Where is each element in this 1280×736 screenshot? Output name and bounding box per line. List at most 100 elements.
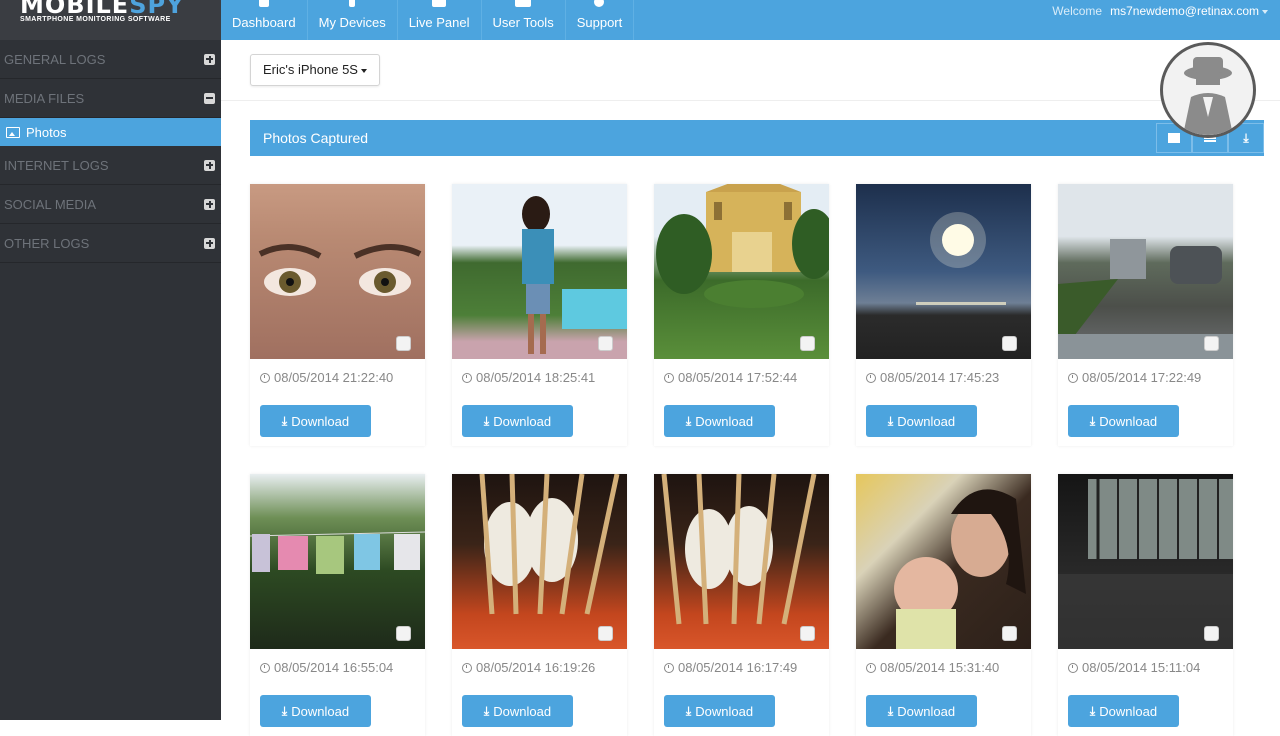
nav-support[interactable]: Support [566, 0, 635, 40]
photo-thumbnail[interactable] [250, 184, 425, 359]
download-button[interactable]: ⤓ Download [260, 405, 371, 437]
select-checkbox[interactable] [1204, 626, 1219, 641]
sidebar-item-general-logs[interactable]: GENERAL LOGS [0, 40, 221, 79]
brand-logo[interactable]: MOBILESPY SMARTPHONE MONITORING SOFTWARE [0, 0, 221, 40]
nav-label: Support [576, 15, 623, 30]
photo-thumbnail[interactable] [856, 184, 1031, 359]
user-icon [594, 0, 605, 7]
photo-timestamp: 08/05/2014 18:25:41 [462, 370, 595, 385]
panel-title: Photos Captured [263, 130, 369, 146]
phone-icon [349, 0, 356, 7]
clock-icon [1068, 372, 1078, 383]
top-navbar: Dashboard My Devices Live Panel User Too… [221, 0, 1280, 40]
download-button[interactable]: ⤓ Download [664, 695, 775, 727]
download-icon: ⤓ [483, 413, 490, 428]
photo-card: 08/05/2014 17:52:44 ⤓ Download [654, 184, 829, 446]
clock-icon [1068, 662, 1078, 673]
photo-timestamp: 08/05/2014 15:11:04 [1068, 660, 1200, 675]
download-button[interactable]: ⤓ Download [462, 695, 573, 727]
select-checkbox[interactable] [1002, 626, 1017, 641]
select-checkbox[interactable] [598, 626, 613, 641]
panel-header: Photos Captured ⤓ [250, 120, 1264, 156]
sidebar-subitem-photos[interactable]: Photos [0, 118, 221, 146]
photo-card: 08/05/2014 21:22:40 ⤓ Download [250, 184, 425, 446]
select-checkbox[interactable] [396, 336, 411, 351]
sidebar-item-social-media[interactable]: SOCIAL MEDIA [0, 185, 221, 224]
device-dropdown[interactable]: Eric's iPhone 5S [250, 54, 380, 86]
download-icon: ⤓ [887, 703, 894, 718]
download-button[interactable]: ⤓ Download [260, 695, 371, 727]
download-button[interactable]: ⤓ Download [462, 405, 573, 437]
nav-dashboard[interactable]: Dashboard [221, 0, 308, 40]
download-icon: ⤓ [685, 413, 692, 428]
nav-user-tools[interactable]: User Tools [482, 0, 566, 40]
welcome-label: Welcome [1052, 4, 1103, 18]
play-icon [432, 0, 447, 7]
photo-timestamp: 08/05/2014 16:19:26 [462, 660, 595, 675]
clock-icon [462, 372, 472, 383]
image-icon [6, 126, 20, 138]
photo-card: 08/05/2014 15:31:40 ⤓ Download [856, 474, 1031, 736]
photo-thumbnail[interactable] [250, 474, 425, 649]
sidebar-item-internet-logs[interactable]: INTERNET LOGS [0, 146, 221, 185]
nav-label: Dashboard [232, 15, 296, 30]
nav-label: User Tools [492, 15, 554, 30]
photo-timestamp: 08/05/2014 16:55:04 [260, 660, 393, 675]
sidebar-item-other-logs[interactable]: OTHER LOGS [0, 224, 221, 263]
photo-timestamp: 08/05/2014 16:17:49 [664, 660, 797, 675]
download-icon: ⤓ [1089, 413, 1096, 428]
device-bar: Eric's iPhone 5S [221, 40, 1280, 101]
download-button[interactable]: ⤓ Download [1068, 405, 1179, 437]
select-checkbox[interactable] [598, 336, 613, 351]
spy-agent-icon [1160, 42, 1256, 138]
photo-timestamp: 08/05/2014 17:45:23 [866, 370, 999, 385]
select-checkbox[interactable] [1002, 336, 1017, 351]
photo-thumbnail[interactable] [654, 474, 829, 649]
photo-card: 08/05/2014 17:22:49 ⤓ Download [1058, 184, 1233, 446]
expand-plus-icon[interactable] [204, 159, 215, 171]
clock-icon [260, 662, 270, 673]
download-icon: ⤓ [1243, 130, 1249, 145]
nav-label: Live Panel [408, 15, 470, 30]
select-checkbox[interactable] [1204, 336, 1219, 351]
download-button[interactable]: ⤓ Download [866, 695, 977, 727]
chevron-down-icon [360, 68, 367, 73]
download-icon: ⤓ [685, 703, 692, 718]
download-button[interactable]: ⤓ Download [664, 405, 775, 437]
toolbox-icon [515, 0, 532, 7]
photo-thumbnail[interactable] [1058, 474, 1233, 649]
photo-thumbnail[interactable] [654, 184, 829, 359]
sidebar: MOBILESPY SMARTPHONE MONITORING SOFTWARE… [0, 0, 221, 720]
download-icon: ⤓ [281, 703, 288, 718]
select-checkbox[interactable] [800, 336, 815, 351]
device-selected: Eric's iPhone 5S [263, 62, 358, 77]
welcome-user-menu[interactable]: Welcome ms7newdemo@retinax.com [1052, 4, 1268, 18]
nav-live-panel[interactable]: Live Panel [398, 0, 482, 40]
sidebar-item-media-files[interactable]: MEDIA FILES [0, 79, 221, 118]
chevron-down-icon [1262, 9, 1268, 14]
nav-my-devices[interactable]: My Devices [308, 0, 398, 40]
sidebar-item-label: INTERNET LOGS [4, 157, 109, 173]
main-content: Eric's iPhone 5S Photos Captured ⤓ 08/05… [221, 40, 1280, 736]
photo-thumbnail[interactable] [452, 474, 627, 649]
home-icon [258, 0, 269, 7]
photo-thumbnail[interactable] [1058, 184, 1233, 359]
photo-card: 08/05/2014 18:25:41 ⤓ Download [452, 184, 627, 446]
clock-icon [462, 662, 472, 673]
photo-thumbnail[interactable] [452, 184, 627, 359]
clock-icon [664, 372, 674, 383]
photo-card: 08/05/2014 16:17:49 ⤓ Download [654, 474, 829, 736]
photo-thumbnail[interactable] [856, 474, 1031, 649]
select-checkbox[interactable] [396, 626, 411, 641]
download-button[interactable]: ⤓ Download [866, 405, 977, 437]
clock-icon [664, 662, 674, 673]
select-checkbox[interactable] [800, 626, 815, 641]
expand-plus-icon[interactable] [204, 198, 215, 210]
brand-tagline: SMARTPHONE MONITORING SOFTWARE [20, 16, 171, 23]
collapse-minus-icon[interactable] [204, 92, 215, 104]
expand-plus-icon[interactable] [204, 53, 215, 65]
clock-icon [260, 372, 270, 383]
expand-plus-icon[interactable] [204, 237, 215, 249]
photo-timestamp: 08/05/2014 15:31:40 [866, 660, 999, 675]
download-button[interactable]: ⤓ Download [1068, 695, 1179, 727]
